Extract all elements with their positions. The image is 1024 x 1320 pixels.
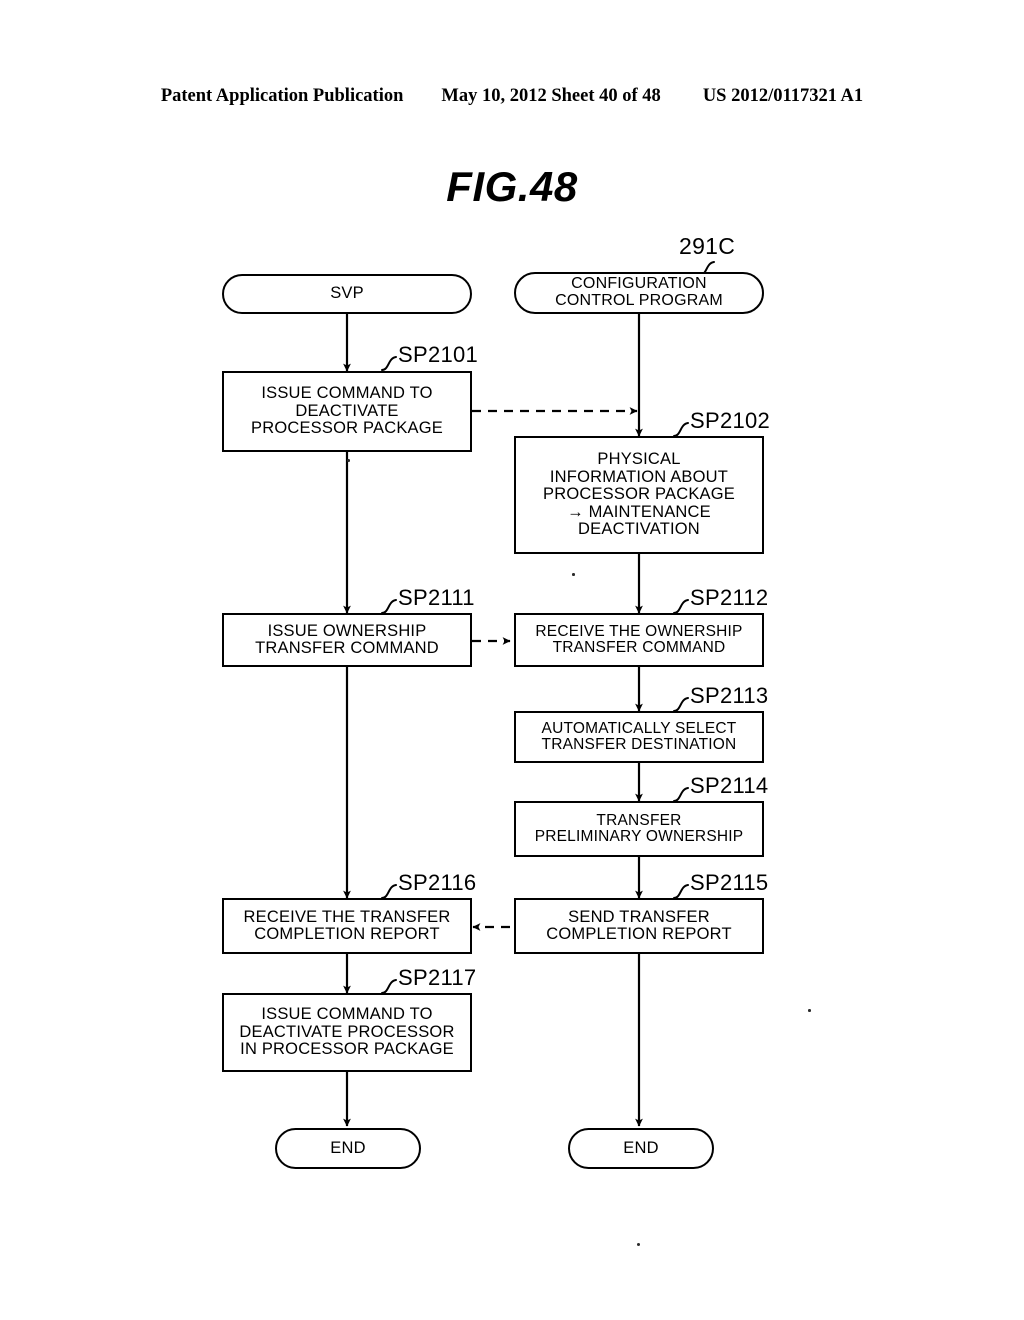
process-node-sp2101[interactable]: ISSUE COMMAND TO DEACTIVATE PROCESSOR PA… <box>222 371 472 452</box>
step-label-sp2115: SP2115 <box>690 870 769 895</box>
process-node-sp2102-text: PHYSICAL INFORMATION ABOUT PROCESSOR PAC… <box>543 450 735 539</box>
scan-speck <box>637 1243 640 1246</box>
step-label-sp2117: SP2117 <box>398 965 477 990</box>
scan-speck <box>808 1009 811 1012</box>
leader-sp2114 <box>673 787 689 802</box>
start-node-configuration-control-program-label: CONFIGURATION CONTROL PROGRAM <box>555 275 723 309</box>
process-node-sp2117-text: ISSUE COMMAND TO DEACTIVATE PROCESSOR IN… <box>239 1005 455 1059</box>
step-label-sp2102: SP2102 <box>690 408 771 433</box>
process-node-sp2112[interactable]: RECEIVE THE OWNERSHIP TRANSFER COMMAND <box>514 613 764 667</box>
leader-sp2116 <box>381 884 397 899</box>
process-node-sp2115[interactable]: SEND TRANSFER COMPLETION REPORT <box>514 898 764 954</box>
end-node-right-label: END <box>623 1138 659 1157</box>
step-label-sp2114: SP2114 <box>690 773 769 798</box>
end-node-left-label: END <box>330 1138 366 1157</box>
process-node-sp2113-text: AUTOMATICALLY SELECT TRANSFER DESTINATIO… <box>541 719 737 753</box>
end-node-right[interactable]: END <box>568 1128 714 1169</box>
leader-sp2117 <box>381 979 397 994</box>
process-node-sp2116[interactable]: RECEIVE THE TRANSFER COMPLETION REPORT <box>222 898 472 954</box>
leader-sp2101 <box>381 356 397 371</box>
leader-sp2115 <box>673 884 689 899</box>
process-node-sp2114-text: TRANSFER PRELIMINARY OWNERSHIP <box>534 811 744 845</box>
step-label-sp2112: SP2112 <box>690 585 769 610</box>
scan-speck <box>572 573 575 576</box>
reference-label-291c: 291C <box>679 233 736 259</box>
process-node-sp2111-text: ISSUE OWNERSHIP TRANSFER COMMAND <box>255 621 439 657</box>
step-label-sp2113: SP2113 <box>690 683 769 708</box>
flowchart-diagram: SVP ISSUE COMMAND TO DEACTIVATE PROCESSO… <box>0 0 1024 1320</box>
process-node-sp2113[interactable]: AUTOMATICALLY SELECT TRANSFER DESTINATIO… <box>514 711 764 763</box>
process-node-sp2116-text: RECEIVE THE TRANSFER COMPLETION REPORT <box>243 907 451 943</box>
leader-sp2112 <box>673 599 689 614</box>
step-label-sp2116: SP2116 <box>398 870 477 895</box>
end-node-left[interactable]: END <box>275 1128 421 1169</box>
process-node-sp2112-text: RECEIVE THE OWNERSHIP TRANSFER COMMAND <box>535 622 743 656</box>
leader-sp2102 <box>673 422 689 437</box>
start-node-configuration-control-program[interactable]: CONFIGURATION CONTROL PROGRAM <box>514 272 764 314</box>
step-label-sp2111: SP2111 <box>398 585 475 610</box>
start-node-svp[interactable]: SVP <box>222 274 472 314</box>
process-node-sp2115-text: SEND TRANSFER COMPLETION REPORT <box>546 907 732 943</box>
scan-speck <box>347 459 350 462</box>
flowchart-connectors <box>343 261 715 1127</box>
process-node-sp2101-text: ISSUE COMMAND TO DEACTIVATE PROCESSOR PA… <box>251 384 443 438</box>
process-node-sp2117[interactable]: ISSUE COMMAND TO DEACTIVATE PROCESSOR IN… <box>222 993 472 1072</box>
process-node-sp2102[interactable]: PHYSICAL INFORMATION ABOUT PROCESSOR PAC… <box>514 436 764 554</box>
process-node-sp2111[interactable]: ISSUE OWNERSHIP TRANSFER COMMAND <box>222 613 472 667</box>
step-label-sp2101: SP2101 <box>398 342 479 367</box>
process-node-sp2114[interactable]: TRANSFER PRELIMINARY OWNERSHIP <box>514 801 764 857</box>
leader-sp2111 <box>381 599 397 614</box>
leader-sp2113 <box>673 697 689 712</box>
start-node-svp-label: SVP <box>330 284 364 303</box>
